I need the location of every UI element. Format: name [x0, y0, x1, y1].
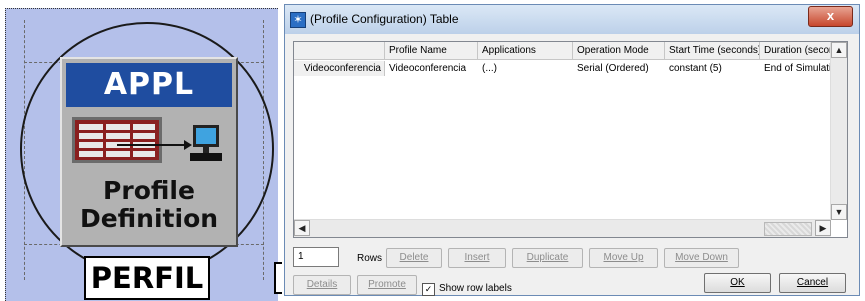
- column-header-start-time[interactable]: Start Time (seconds): [665, 42, 760, 60]
- promote-button[interactable]: Promote: [357, 275, 417, 295]
- application-table-icon: [72, 117, 222, 163]
- profile-configuration-dialog: ✶ (Profile Configuration) Table x Profil…: [284, 4, 860, 296]
- cell-profile-name[interactable]: Videoconferencia: [385, 61, 478, 76]
- cell-start-time[interactable]: constant (5): [665, 61, 760, 76]
- scroll-right-icon[interactable]: ▶: [815, 220, 831, 236]
- vertical-scrollbar[interactable]: ▲ ▼: [830, 42, 847, 220]
- column-header-profile-name[interactable]: Profile Name: [385, 42, 478, 60]
- node-label: Profile Definition: [62, 177, 236, 233]
- network-canvas[interactable]: APPL Profile Definition PERFIL: [0, 0, 282, 301]
- move-down-button[interactable]: Move Down: [664, 248, 739, 268]
- app-icon: ✶: [290, 12, 306, 28]
- delete-button[interactable]: Delete: [386, 248, 442, 268]
- title-bar[interactable]: ✶ (Profile Configuration) Table x: [285, 5, 859, 34]
- node-label-line2: Definition: [79, 204, 219, 233]
- node-header: APPL: [66, 63, 232, 107]
- rows-label: Rows: [357, 253, 383, 264]
- cell-operation-mode[interactable]: Serial (Ordered): [573, 61, 665, 76]
- close-button[interactable]: x: [808, 6, 853, 27]
- row-label[interactable]: Videoconferencia: [294, 61, 385, 76]
- duplicate-button[interactable]: Duplicate: [512, 248, 583, 268]
- node-name-label[interactable]: PERFIL: [84, 256, 210, 300]
- node-label-line1: Profile: [103, 176, 195, 205]
- move-up-button[interactable]: Move Up: [589, 248, 658, 268]
- details-button[interactable]: Details: [293, 275, 351, 295]
- column-header-duration[interactable]: Duration (secor: [760, 42, 833, 60]
- profile-table[interactable]: Profile Name Applications Operation Mode…: [293, 41, 848, 238]
- dialog-title: (Profile Configuration) Table: [310, 12, 459, 26]
- profile-definition-node[interactable]: APPL Profile Definition: [60, 57, 238, 247]
- column-header-row-labels: [294, 42, 385, 60]
- scroll-up-icon[interactable]: ▲: [831, 42, 847, 58]
- ok-button[interactable]: OK: [704, 273, 771, 293]
- cancel-button[interactable]: Cancel: [779, 273, 846, 293]
- column-header-applications[interactable]: Applications: [478, 42, 573, 60]
- scroll-down-icon[interactable]: ▼: [831, 204, 847, 220]
- horizontal-scrollbar[interactable]: ◀ ▶: [294, 219, 831, 237]
- adjacent-node-label: [274, 262, 282, 294]
- show-row-labels-label: Show row labels: [439, 283, 512, 294]
- scroll-thumb[interactable]: [764, 222, 812, 236]
- scroll-left-icon[interactable]: ◀: [294, 220, 310, 236]
- show-row-labels-checkbox[interactable]: ✓: [422, 283, 435, 296]
- rows-count-input[interactable]: 1: [293, 247, 339, 267]
- insert-button[interactable]: Insert: [448, 248, 506, 268]
- cell-applications[interactable]: (...): [478, 61, 573, 76]
- cell-duration[interactable]: End of Simulatio: [760, 61, 833, 76]
- column-header-operation-mode[interactable]: Operation Mode: [573, 42, 665, 60]
